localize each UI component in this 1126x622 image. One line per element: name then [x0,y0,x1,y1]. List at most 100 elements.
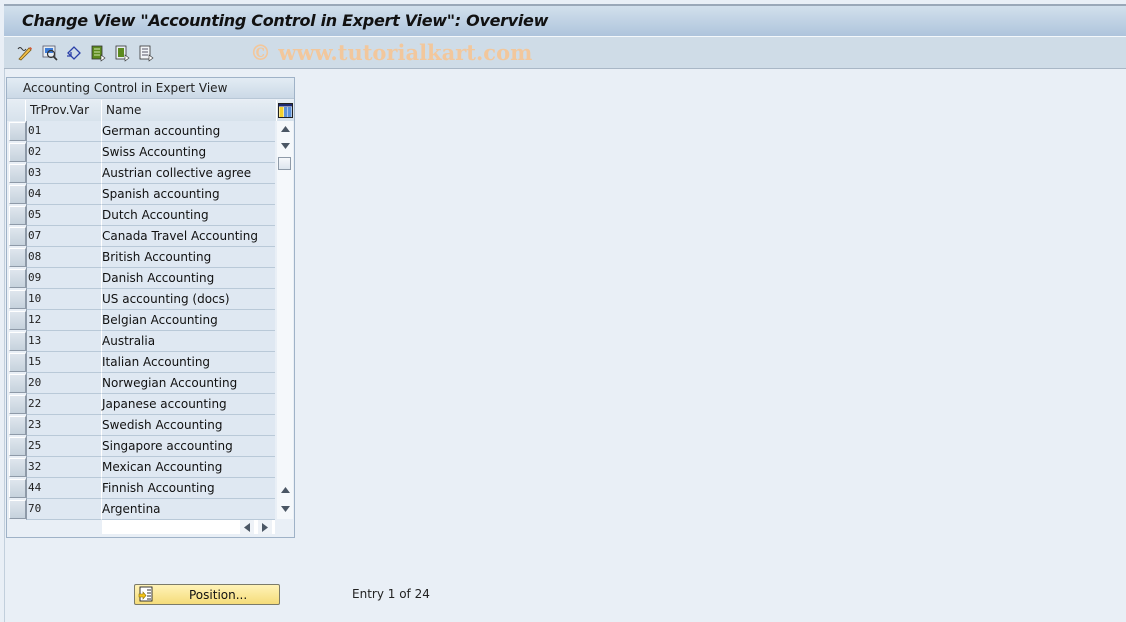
column-header-trprov-var[interactable]: TrProv.Var [26,100,102,121]
cell-trprov-var: 15 [26,352,102,373]
column-config-icon [278,103,293,118]
cell-trprov-var: 02 [26,142,102,163]
scroll-left-button[interactable] [240,520,254,534]
row-selector-button[interactable] [9,479,26,498]
cell-trprov-var: 03 [26,163,102,184]
row-selector-button[interactable] [9,500,26,519]
table-row[interactable]: 12 Belgian Accounting [7,310,294,331]
undo-change-icon[interactable] [65,44,83,62]
cell-name: Danish Accounting [102,268,275,289]
row-selector-button[interactable] [9,185,26,204]
cell-trprov-var: 08 [26,247,102,268]
row-selector-button[interactable] [9,437,26,456]
row-selector-button[interactable] [9,416,26,435]
triangle-down-icon [280,506,290,512]
find-icon[interactable] [41,44,59,62]
row-selector-button[interactable] [9,395,26,414]
row-selector-button[interactable] [9,353,26,372]
table-row[interactable]: 32 Mexican Accounting [7,457,294,478]
cell-trprov-var: 32 [26,457,102,478]
column-header-label: Name [106,103,142,117]
cell-name: Belgian Accounting [102,310,275,331]
table-row[interactable]: 25 Singapore accounting [7,436,294,457]
triangle-up-icon [280,487,290,493]
vertical-scrollbar[interactable] [277,121,293,519]
cell-name: Japanese accounting [102,394,275,415]
row-selector-button[interactable] [9,143,26,162]
scroll-thumb[interactable] [278,157,291,170]
select-block-icon[interactable] [113,44,131,62]
table-row[interactable]: 15 Italian Accounting [7,352,294,373]
cell-name: Dutch Accounting [102,205,275,226]
position-icon [138,586,153,602]
row-selector-button[interactable] [9,374,26,393]
position-button-label: Position... [189,588,248,602]
row-selector-button[interactable] [9,164,26,183]
row-selector-button[interactable] [9,269,26,288]
select-all-icon[interactable] [89,44,107,62]
table-row[interactable]: 04 Spanish accounting [7,184,294,205]
cell-name: British Accounting [102,247,275,268]
table-row[interactable]: 05 Dutch Accounting [7,205,294,226]
table-title: Accounting Control in Expert View [23,81,228,95]
page-down-button[interactable] [277,501,293,517]
triangle-left-icon [244,522,250,532]
cell-trprov-var: 44 [26,478,102,499]
horizontal-scrollbar[interactable] [102,520,275,534]
table-row[interactable]: 09 Danish Accounting [7,268,294,289]
triangle-right-icon [262,522,268,532]
select-all-rows-button[interactable] [7,100,26,121]
table-row[interactable]: 01 German accounting [7,121,294,142]
table-row[interactable]: 22 Japanese accounting [7,394,294,415]
scroll-right-button[interactable] [258,520,272,534]
cell-name: Canada Travel Accounting [102,226,275,247]
watermark: © www.tutorialkart.com [250,40,533,65]
cell-trprov-var: 09 [26,268,102,289]
row-selector-button[interactable] [9,458,26,477]
row-selector-button[interactable] [9,290,26,309]
table-row[interactable]: 13 Australia [7,331,294,352]
table-row[interactable]: 44 Finnish Accounting [7,478,294,499]
cell-trprov-var: 05 [26,205,102,226]
cell-name: Norwegian Accounting [102,373,275,394]
page-title: Change View "Accounting Control in Exper… [22,11,549,30]
table-title-bar: Accounting Control in Expert View [7,78,294,99]
row-selector-button[interactable] [9,332,26,351]
cell-name: Australia [102,331,275,352]
scroll-down-button[interactable] [277,138,293,154]
row-selector-button[interactable] [9,206,26,225]
cell-trprov-var: 10 [26,289,102,310]
cell-trprov-var: 25 [26,436,102,457]
cell-name: Swiss Accounting [102,142,275,163]
row-selector-button[interactable] [9,122,26,141]
cell-name: Argentina [102,499,275,520]
cell-name: Mexican Accounting [102,457,275,478]
row-selector-button[interactable] [9,227,26,246]
cell-name: US accounting (docs) [102,289,275,310]
scroll-up-button[interactable] [277,121,293,137]
table-row[interactable]: 10 US accounting (docs) [7,289,294,310]
table-row[interactable]: 02 Swiss Accounting [7,142,294,163]
position-button[interactable]: Position... [134,584,280,605]
entry-counter: Entry 1 of 24 [352,587,430,601]
row-selector-button[interactable] [9,248,26,267]
column-header-name[interactable]: Name [102,100,277,121]
cell-trprov-var: 07 [26,226,102,247]
column-header-label: TrProv.Var [30,103,90,117]
cell-trprov-var: 70 [26,499,102,520]
page-up-button[interactable] [277,482,293,498]
table-row[interactable]: 03 Austrian collective agree [7,163,294,184]
cell-name: Italian Accounting [102,352,275,373]
cell-name: Finnish Accounting [102,478,275,499]
deselect-all-icon[interactable] [137,44,155,62]
table-row[interactable]: 70 Argentina [7,499,294,520]
table-settings-button[interactable] [277,100,294,121]
table-row[interactable]: 07 Canada Travel Accounting [7,226,294,247]
title-bar: Change View "Accounting Control in Exper… [4,4,1126,36]
display-change-icon[interactable] [16,44,34,62]
table-row[interactable]: 23 Swedish Accounting [7,415,294,436]
table-row[interactable]: 08 British Accounting [7,247,294,268]
row-selector-button[interactable] [9,311,26,330]
table-row[interactable]: 20 Norwegian Accounting [7,373,294,394]
cell-trprov-var: 20 [26,373,102,394]
